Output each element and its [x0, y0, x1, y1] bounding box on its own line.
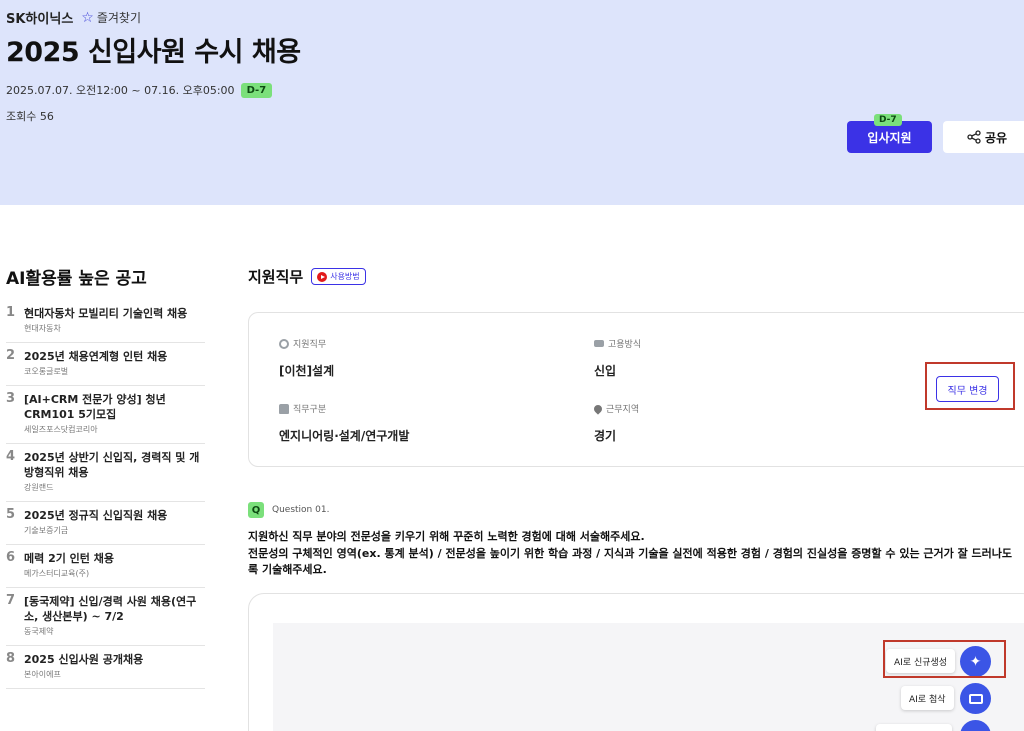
item-rank: 2: [6, 348, 16, 363]
item-company: 동국제약: [24, 627, 54, 636]
ai-revise-label[interactable]: AI로 첨삭: [901, 686, 954, 710]
field-category: 직무구분 엔지니어링·설계/연구개발: [279, 402, 409, 444]
item-rank: 8: [6, 651, 16, 666]
location-pin-icon: [592, 402, 604, 415]
favorite-button[interactable]: ☆ 즐겨찾기: [81, 9, 141, 26]
dday-badge: D-7: [240, 82, 273, 98]
view-count: 조회수 56: [6, 110, 54, 123]
edit-frame-icon: [968, 693, 983, 704]
question-text: 지원하신 직무 분야의 전문성을 키우기 위해 꾸준히 노력한 경험에 대해 서…: [248, 530, 645, 543]
field-value: [이천]설계: [279, 364, 335, 378]
question-guide: 전문성의 구체적인 영역(ex. 통계 분석) / 전문성을 높이기 위한 학습…: [248, 547, 1013, 576]
howto-button[interactable]: 사용방법: [311, 268, 366, 285]
application-period: 2025.07.07. 오전12:00 ~ 07.16. 오후05:00 D-7: [6, 82, 273, 98]
field-label: 직무구분: [293, 405, 327, 415]
list-item[interactable]: 4 2025년 상반기 신입직, 경력직 및 개방형직위 채용 강원랜드: [6, 444, 205, 502]
list-item[interactable]: 3 [AI+CRM 전문가 양성] 청년CRM101 5기모집 세일즈포스닷컴코…: [6, 386, 205, 444]
share-button[interactable]: 공유: [943, 121, 1024, 153]
briefcase-icon: [594, 340, 604, 347]
target-icon: [279, 338, 289, 349]
field-employment: 고용방식 신입: [594, 337, 641, 379]
item-title: [동국제약] 신입/경력 사원 채용(연구소, 생산본부) ~ 7/2: [24, 595, 197, 623]
list-item[interactable]: 6 메력 2기 인턴 채용 메가스터디교육(주): [6, 545, 205, 588]
item-company: 본아이에프: [24, 670, 61, 679]
job-header: SK하이닉스 ☆ 즐겨찾기 2025 신입사원 수시 채용 2025.07.07…: [0, 0, 1024, 205]
item-title: 현대자동차 모빌리티 기술인력 채용: [24, 307, 188, 320]
question-badge: Q: [248, 502, 264, 518]
list-item[interactable]: 1 현대자동차 모빌리티 기술인력 채용 현대자동차: [6, 300, 205, 343]
item-title: [AI+CRM 전문가 양성] 청년CRM101 5기모집: [24, 393, 166, 421]
favorite-label: 즐겨찾기: [96, 11, 142, 25]
page-title: 2025 신입사원 수시 채용: [6, 37, 301, 68]
ai-revise-button[interactable]: [960, 683, 991, 714]
item-company: 강원랜드: [24, 483, 54, 492]
item-company: 기술보증기금: [24, 526, 69, 535]
field-role: 지원직무 [이천]설계: [279, 337, 334, 379]
list-item[interactable]: 2 2025년 채용연계형 인턴 채용 코오롱글로벌: [6, 343, 205, 386]
item-title: 2025 신입사원 공개채용: [24, 653, 144, 666]
field-label: 고용방식: [608, 340, 642, 350]
share-label: 공유: [985, 130, 1008, 145]
list-item[interactable]: 8 2025 신입사원 공개채용 본아이에프: [6, 646, 205, 689]
field-label: 지원직무: [293, 340, 327, 350]
item-company: 메가스터디교육(주): [24, 569, 90, 578]
field-value: 신입: [594, 364, 617, 378]
item-rank: 7: [6, 593, 16, 608]
company-row: SK하이닉스 ☆ 즐겨찾기: [6, 8, 141, 28]
change-job-button[interactable]: 직무 변경: [936, 376, 999, 402]
item-company: 세일즈포스닷컴코리아: [24, 425, 98, 434]
job-info-card: 지원직무 [이천]설계 고용방식 신입 직무구분 엔지니어링·설계/연구개발 근…: [248, 312, 1024, 467]
play-icon: [317, 271, 328, 282]
apply-group: D-7 입사지원: [847, 114, 932, 153]
question-number: Question 01.: [272, 505, 330, 515]
question-header: Q Question 01.: [248, 502, 329, 518]
item-company: 코오롱글로벌: [24, 367, 69, 376]
item-rank: 5: [6, 507, 16, 522]
item-title: 2025년 정규직 신입직원 채용: [24, 509, 168, 522]
list-item[interactable]: 7 [동국제약] 신입/경력 사원 채용(연구소, 생산본부) ~ 7/2 동국…: [6, 588, 205, 646]
company-name[interactable]: SK하이닉스: [6, 8, 73, 27]
highlight-box: [883, 640, 1006, 678]
field-location: 근무지역 경기: [592, 402, 640, 444]
field-value: 경기: [594, 429, 617, 443]
field-label: 근무지역: [606, 405, 640, 415]
howto-label: 사용방법: [330, 272, 360, 281]
item-title: 2025년 상반기 신입직, 경력직 및 개방형직위 채용: [24, 451, 200, 479]
item-title: 메력 2기 인턴 채용: [24, 552, 114, 565]
job-section-header: 지원직무 사용방법: [248, 266, 366, 287]
apply-dday-badge: D-7: [874, 114, 902, 126]
item-title: 2025년 채용연계형 인턴 채용: [24, 350, 168, 363]
popular-job-list: 1 현대자동차 모빌리티 기술인력 채용 현대자동차 2 2025년 채용연계형…: [6, 300, 205, 689]
star-icon: ☆: [81, 9, 94, 26]
section-title: 지원직무: [248, 268, 304, 286]
item-rank: 1: [6, 305, 16, 320]
item-rank: 6: [6, 550, 16, 565]
person-icon: [279, 403, 289, 414]
ai-tool-label-partial[interactable]: [876, 724, 952, 731]
item-rank: 4: [6, 449, 16, 464]
item-company: 현대자동차: [24, 324, 61, 333]
share-icon: [967, 130, 981, 144]
list-item[interactable]: 5 2025년 정규직 신입직원 채용 기술보증기금: [6, 502, 205, 545]
sidebar-title: AI활용률 높은 공고: [6, 269, 147, 289]
item-rank: 3: [6, 391, 16, 406]
field-value: 엔지니어링·설계/연구개발: [279, 429, 410, 443]
period-text: 2025.07.07. 오전12:00 ~ 07.16. 오후05:00: [6, 84, 235, 97]
